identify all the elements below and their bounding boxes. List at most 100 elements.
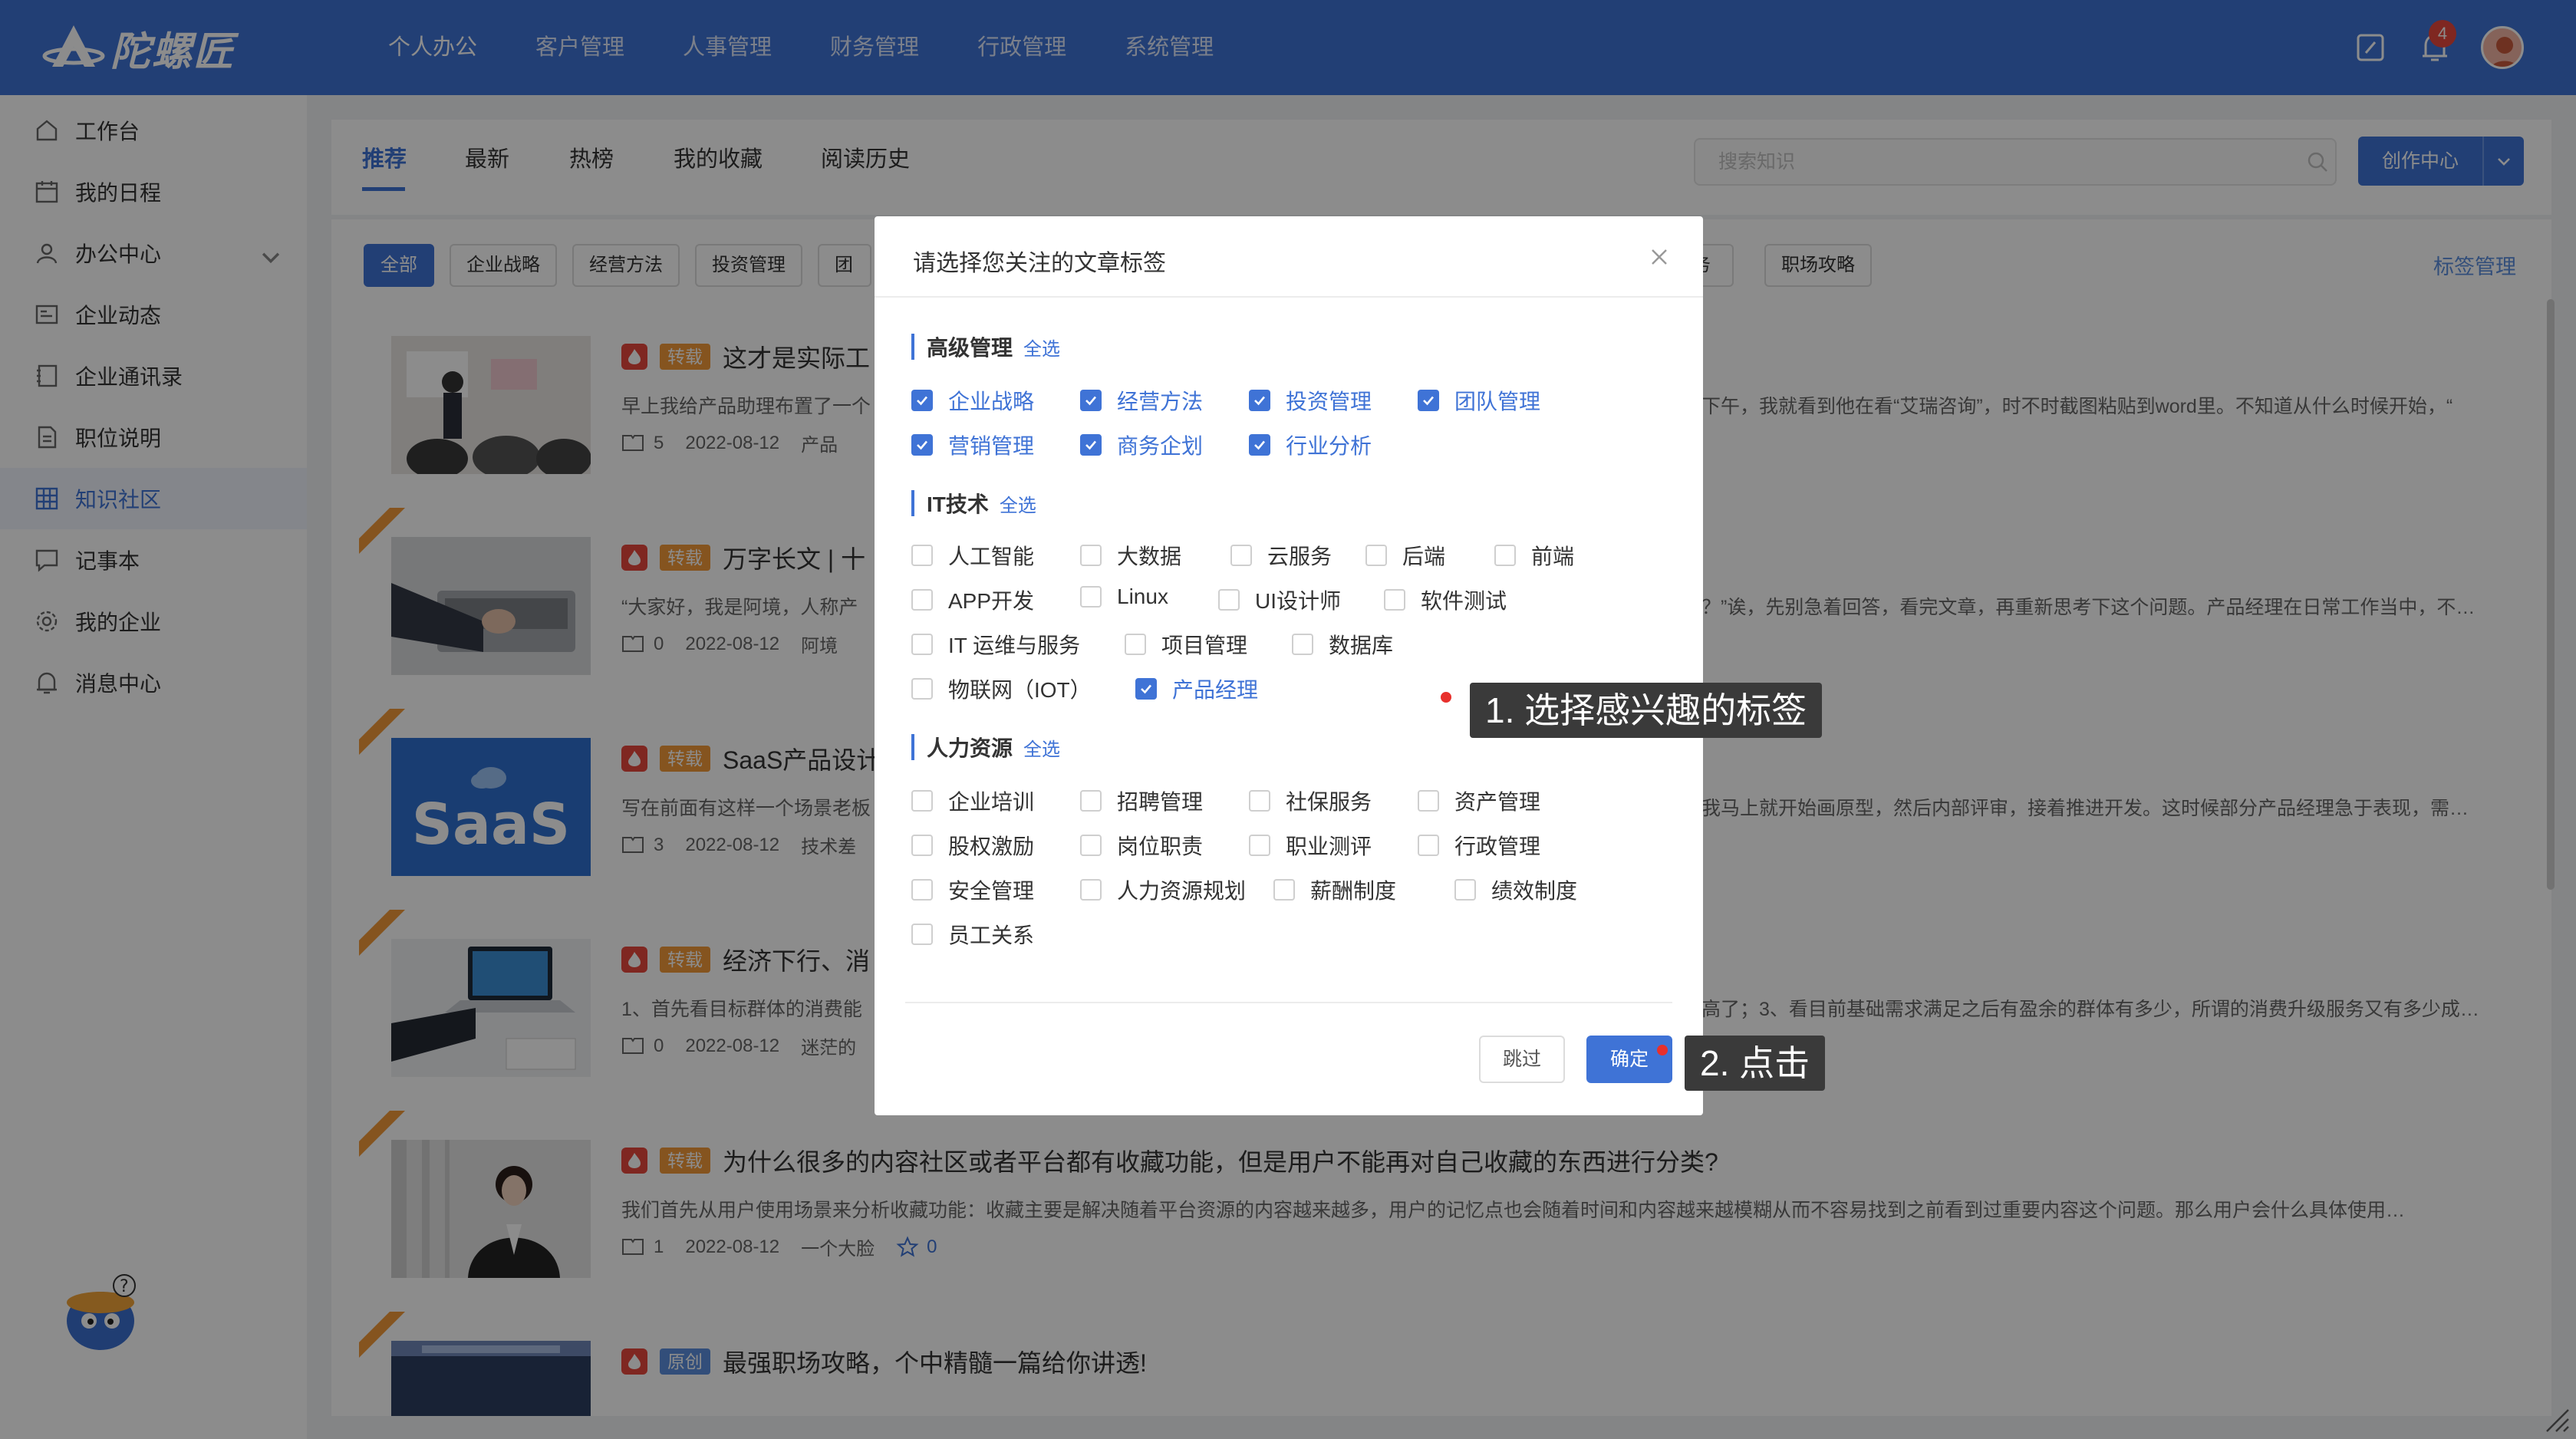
checkbox-box[interactable] [1080, 879, 1102, 901]
select-all-link[interactable]: 全选 [1023, 734, 1060, 761]
checkbox-box[interactable] [911, 589, 933, 611]
checkbox-box[interactable] [911, 678, 933, 700]
section-accent-bar [911, 490, 914, 516]
tag-checkbox[interactable]: 云服务 [1230, 540, 1332, 571]
checkbox-box[interactable] [911, 879, 933, 901]
checkbox-box[interactable] [1418, 835, 1439, 856]
checkbox-box[interactable] [911, 545, 933, 566]
tag-label: 投资管理 [1286, 390, 1372, 413]
close-icon[interactable] [1649, 247, 1669, 267]
tag-label: 安全管理 [948, 879, 1035, 903]
tag-label: 绩效制度 [1491, 879, 1578, 903]
select-all-link[interactable]: 全选 [1023, 334, 1060, 361]
tag-label: 薪酬制度 [1310, 879, 1397, 903]
tag-checkbox[interactable]: 企业培训 [911, 785, 1034, 816]
checkbox-box[interactable] [1080, 390, 1102, 411]
section-title: 人力资源 [927, 736, 1013, 760]
tag-checkbox[interactable]: 绩效制度 [1454, 874, 1577, 905]
tag-checkbox[interactable]: 团队管理 [1418, 385, 1540, 416]
tag-label: 大数据 [1117, 545, 1182, 568]
tag-label: 员工关系 [948, 924, 1035, 947]
tag-label: 行政管理 [1454, 835, 1541, 858]
checkbox-box[interactable] [1249, 835, 1270, 856]
tag-label: Linux [1117, 584, 1168, 608]
checkbox-box[interactable] [911, 434, 933, 456]
checkbox-box[interactable] [911, 790, 933, 812]
tag-checkbox[interactable]: 安全管理 [911, 874, 1034, 905]
checkbox-box[interactable] [911, 924, 933, 945]
checkbox-box[interactable] [1080, 545, 1102, 566]
tag-checkbox[interactable]: 薪酬制度 [1273, 874, 1396, 905]
tag-checkbox[interactable]: 职业测评 [1249, 830, 1372, 861]
checkbox-box[interactable] [1454, 879, 1476, 901]
checkbox-box[interactable] [911, 634, 933, 655]
tag-checkbox[interactable]: 社保服务 [1249, 785, 1372, 816]
tag-checkbox[interactable]: 资产管理 [1418, 785, 1540, 816]
section-header: 高级管理 全选 [911, 331, 1060, 362]
tag-checkbox[interactable]: 数据库 [1292, 629, 1393, 660]
tag-checkbox[interactable]: 经营方法 [1080, 385, 1203, 416]
tag-checkbox[interactable]: 前端 [1494, 540, 1574, 571]
callout-step2: 2. 点击 [1685, 1036, 1826, 1091]
checkbox-box[interactable] [1292, 634, 1313, 655]
tag-label: 招聘管理 [1117, 790, 1204, 814]
checkbox-box[interactable] [1080, 586, 1102, 608]
checkbox-box[interactable] [1273, 879, 1295, 901]
tag-label: 营销管理 [948, 434, 1035, 458]
checkbox-box[interactable] [1249, 390, 1270, 411]
tag-checkbox[interactable]: 项目管理 [1125, 629, 1247, 660]
tag-checkbox[interactable]: 营销管理 [911, 430, 1034, 460]
tag-checkbox[interactable]: 人工智能 [911, 540, 1034, 571]
checkbox-box[interactable] [1365, 545, 1387, 566]
tag-checkbox[interactable]: 后端 [1365, 540, 1445, 571]
checkbox-box[interactable] [1418, 390, 1439, 411]
tag-checkbox[interactable]: 物联网（IOT） [911, 673, 1092, 704]
checkbox-box[interactable] [1080, 835, 1102, 856]
tag-checkbox[interactable]: 投资管理 [1249, 385, 1372, 416]
section-accent-bar [911, 334, 914, 360]
tag-checkbox[interactable]: 产品经理 [1135, 673, 1258, 704]
checkbox-box[interactable] [1218, 589, 1240, 611]
tag-checkbox[interactable]: 行政管理 [1418, 830, 1540, 861]
tag-label: 企业战略 [948, 390, 1035, 413]
tag-label: 产品经理 [1172, 678, 1259, 702]
checkbox-box[interactable] [1249, 434, 1270, 456]
callout-step1: 1. 选择感兴趣的标签 [1470, 683, 1823, 738]
tag-checkbox[interactable]: 员工关系 [911, 919, 1034, 950]
tag-checkbox[interactable]: 行业分析 [1249, 430, 1372, 460]
skip-button[interactable]: 跳过 [1479, 1036, 1565, 1083]
tag-label: 资产管理 [1454, 790, 1541, 814]
tag-label: 人力资源规划 [1117, 879, 1247, 903]
tag-checkbox[interactable]: APP开发 [911, 584, 1034, 615]
confirm-button[interactable]: 确定 [1586, 1036, 1672, 1083]
checkbox-box[interactable] [911, 835, 933, 856]
select-all-link[interactable]: 全选 [1000, 490, 1036, 517]
checkbox-box[interactable] [911, 390, 933, 411]
tag-checkbox[interactable]: Linux [1080, 584, 1168, 609]
checkbox-box[interactable] [1249, 790, 1270, 812]
tag-checkbox[interactable]: 软件测试 [1384, 584, 1507, 615]
checkbox-box[interactable] [1418, 790, 1439, 812]
tag-label: 职业测评 [1286, 835, 1372, 858]
checkbox-box[interactable] [1384, 589, 1405, 611]
checkbox-box[interactable] [1080, 434, 1102, 456]
tag-checkbox[interactable]: 商务企划 [1080, 430, 1203, 460]
tag-checkbox[interactable]: UI设计师 [1218, 584, 1341, 615]
tag-label: 行业分析 [1286, 434, 1372, 458]
tag-checkbox[interactable]: IT 运维与服务 [911, 629, 1080, 660]
tag-checkbox[interactable]: 企业战略 [911, 385, 1034, 416]
tag-checkbox[interactable]: 岗位职责 [1080, 830, 1203, 861]
tag-checkbox[interactable]: 招聘管理 [1080, 785, 1203, 816]
tag-checkbox[interactable]: 大数据 [1080, 540, 1181, 571]
tag-checkbox[interactable]: 股权激励 [911, 830, 1034, 861]
checkbox-box[interactable] [1125, 634, 1146, 655]
tag-label: 社保服务 [1286, 790, 1372, 814]
checkbox-box[interactable] [1230, 545, 1252, 566]
checkbox-box[interactable] [1080, 790, 1102, 812]
tag-label: 数据库 [1329, 634, 1394, 657]
resize-handle-icon[interactable] [2539, 1402, 2570, 1433]
divider [875, 296, 1703, 298]
checkbox-box[interactable] [1135, 678, 1157, 700]
tag-checkbox[interactable]: 人力资源规划 [1080, 874, 1246, 905]
checkbox-box[interactable] [1494, 545, 1516, 566]
